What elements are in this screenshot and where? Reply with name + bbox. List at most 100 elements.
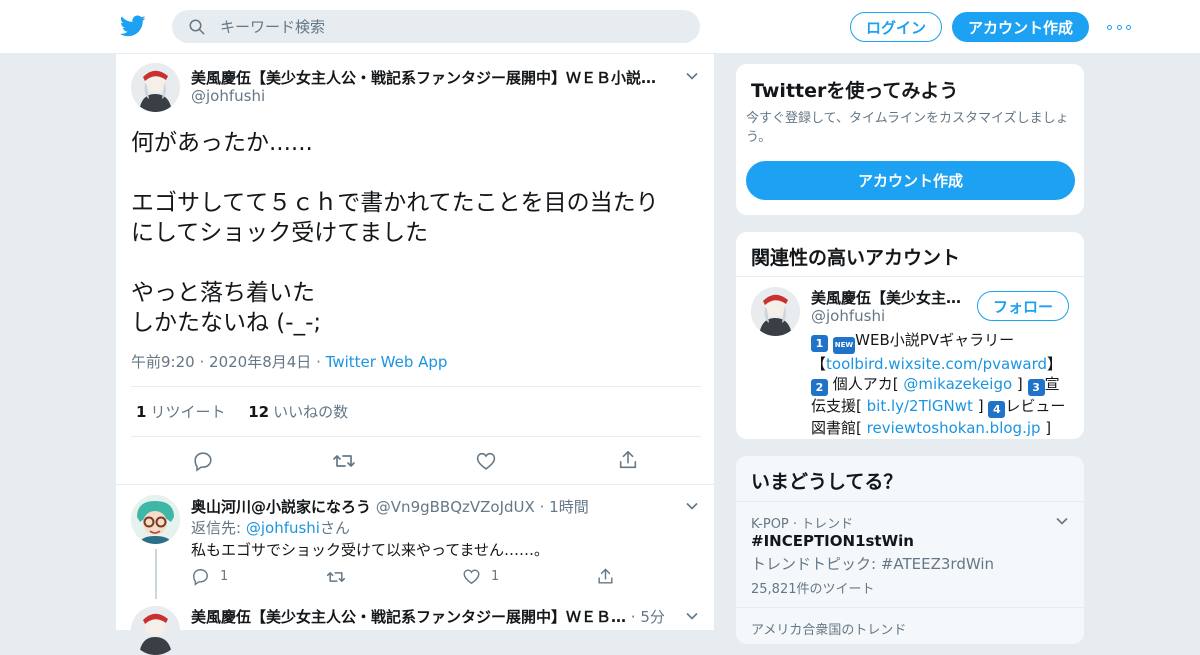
tweet-time[interactable]: 午前9:20	[131, 353, 195, 371]
retweet-count: 1	[136, 403, 147, 421]
meta-separator: ·	[316, 353, 321, 371]
trend-name[interactable]: #INCEPTION1stWin	[751, 532, 914, 550]
tweet-text: 何があったか...... エゴサしてて５ｃｈで書かれてたことを目の当たり にして…	[131, 130, 659, 336]
like-stat[interactable]: 12 いいねの数	[248, 403, 348, 421]
tweet-author-name[interactable]: 美風慶伍【美少女主人公・戦記系ファンタジー展開中】ＷＥＢ小説…	[191, 67, 681, 88]
like-button[interactable]	[474, 449, 498, 473]
trends-title: いまどうしてる？	[751, 471, 903, 493]
trend-meta: K-POP · トレンド	[751, 517, 854, 532]
keycap-3-icon: 3	[1027, 379, 1045, 396]
reply-share-button[interactable]	[596, 567, 615, 586]
replying-to-suffix: さん	[319, 519, 350, 537]
trend-tweet-count: 25,821件のツイート	[751, 582, 875, 597]
keycap-1-icon: 1	[811, 335, 828, 352]
reply-count: 1	[220, 569, 229, 584]
bio-text: ]	[1012, 375, 1023, 393]
bio-link[interactable]: toolbird.wixsite.com/pvaward	[826, 355, 1047, 373]
reply-like-button[interactable]: 1	[462, 567, 499, 586]
bio-link[interactable]: @mikazekeigo	[903, 375, 1012, 393]
like-label: いいねの数	[273, 403, 349, 421]
search-icon	[189, 19, 205, 34]
like-count: 12	[248, 403, 270, 421]
main-timeline-column: 美風慶伍【美少女主人公・戦記系ファンタジー展開中】ＷＥＢ小説… @johfush…	[115, 54, 715, 655]
reply-retweet-button[interactable]	[326, 567, 356, 587]
reply-time[interactable]: 5分	[640, 608, 665, 626]
reply-button[interactable]	[191, 449, 215, 473]
tweet-author-avatar[interactable]	[131, 63, 180, 112]
trend-meta: アメリカ合衆国のトレンド	[751, 623, 907, 638]
signup-button[interactable]: アカウント作成	[952, 12, 1089, 42]
divider	[736, 276, 1084, 277]
related-account-bio: 1 NEW WEB小説PVギャラリー【toolbird.wixsite.com/p…	[811, 330, 1073, 438]
heart-icon	[476, 452, 496, 470]
bio-text: 個人アカ[	[832, 375, 904, 393]
reply-time[interactable]: 1時間	[549, 498, 589, 516]
chevron-down-icon[interactable]	[1055, 514, 1069, 528]
reply-author-name[interactable]: 奥山河川@小説家になろう	[191, 498, 371, 516]
reply-reply-button[interactable]: 1	[191, 567, 228, 586]
retweet-icon	[333, 455, 355, 467]
top-navigation-bar: ログイン アカウント作成	[0, 0, 1200, 54]
related-account-name[interactable]: 美風慶伍【美少女主…	[811, 287, 971, 308]
reply-icon	[194, 452, 212, 472]
divider	[131, 436, 701, 437]
like-count: 1	[491, 569, 500, 584]
twitter-bird-logo-icon[interactable]	[120, 13, 146, 39]
divider	[116, 484, 714, 485]
reply-author-name[interactable]: 美風慶伍【美少女主人公・戦記系ファンタジー展開中】ＷＥＢ…	[191, 608, 626, 626]
bio-link[interactable]: reviewtoshokan.blog.jp	[867, 419, 1041, 437]
trends-card: いまどうしてる？ K-POP · トレンド #INCEPTION1stWin ト…	[735, 455, 1085, 645]
heart-icon	[463, 569, 480, 585]
bio-text: 】	[1047, 355, 1063, 373]
share-icon	[598, 568, 613, 584]
signup-card-button[interactable]: アカウント作成	[746, 161, 1075, 200]
search-input[interactable]	[220, 17, 680, 36]
share-button[interactable]	[616, 448, 640, 472]
reply-icon	[193, 569, 208, 586]
tweet-timestamp: 午前9:20 · 2020年8月4日 · Twitter Web App	[131, 351, 447, 372]
bio-text: ]	[1040, 419, 1052, 437]
retweet-label: リツイート	[150, 403, 226, 421]
reply-author-handle[interactable]: @Vn9gBBQzVZoJdUX	[376, 498, 535, 516]
bio-text: ]	[972, 397, 984, 415]
related-account-avatar[interactable]	[751, 287, 800, 336]
keycap-2-icon: 2	[811, 379, 828, 396]
replying-to-link[interactable]: @johfushi	[246, 519, 320, 537]
reply-author-avatar[interactable]	[131, 606, 180, 655]
meta-separator: ·	[199, 353, 205, 371]
related-account-handle[interactable]: @johfushi	[811, 307, 885, 325]
bio-link[interactable]: bit.ly/2TlGNwt	[867, 397, 973, 415]
retweet-icon	[326, 572, 346, 582]
meta-separator: ·	[630, 608, 636, 626]
retweet-stat[interactable]: 1 リツイート	[136, 403, 225, 421]
related-card-title: 関連性の高いアカウント	[751, 247, 961, 269]
divider	[736, 501, 1084, 502]
reply-header: 奥山河川@小説家になろう @Vn9gBBQzVZoJdUX · 1時間	[191, 496, 589, 517]
tweet-author-handle[interactable]: @johfushi	[191, 87, 265, 105]
search-bar[interactable]	[172, 10, 700, 43]
tweet-stats: 1 リツイート 12 いいねの数	[136, 401, 366, 422]
tweet-source-link[interactable]: Twitter Web App	[326, 353, 448, 371]
follow-button[interactable]: フォロー	[977, 291, 1069, 321]
keycap-4-icon: 4	[988, 401, 1006, 418]
replying-to: 返信先: @johfushiさん	[191, 517, 350, 538]
tweet-date[interactable]: 2020年8月4日	[209, 353, 311, 371]
chevron-down-icon[interactable]	[685, 609, 699, 623]
trend-topic: トレンドトピック: #ATEEZ3rdWin	[751, 555, 995, 573]
meta-separator: ·	[539, 498, 545, 516]
login-button[interactable]: ログイン	[850, 12, 942, 42]
new-badge-icon: NEW	[832, 337, 856, 354]
thread-line	[155, 549, 157, 599]
replying-to-label: 返信先:	[191, 519, 242, 537]
chevron-down-icon[interactable]	[685, 69, 699, 83]
signup-card-subtitle: 今すぐ登録して、タイムラインをカスタマイズしましょう。	[746, 111, 1069, 145]
signup-card: Twitterを使ってみよう 今すぐ登録して、タイムラインをカスタマイズしましょ…	[735, 63, 1085, 216]
retweet-button[interactable]	[332, 449, 356, 473]
reply-text: 私もエゴサでショック受けて以来やってません……。	[191, 541, 550, 559]
chevron-down-icon[interactable]	[685, 499, 699, 513]
share-icon	[619, 450, 637, 469]
more-options-icon[interactable]	[1107, 18, 1131, 36]
reply-author-avatar[interactable]	[131, 495, 180, 544]
reply-header: 美風慶伍【美少女主人公・戦記系ファンタジー展開中】ＷＥＢ… · 5分	[191, 606, 681, 627]
divider	[131, 386, 701, 387]
